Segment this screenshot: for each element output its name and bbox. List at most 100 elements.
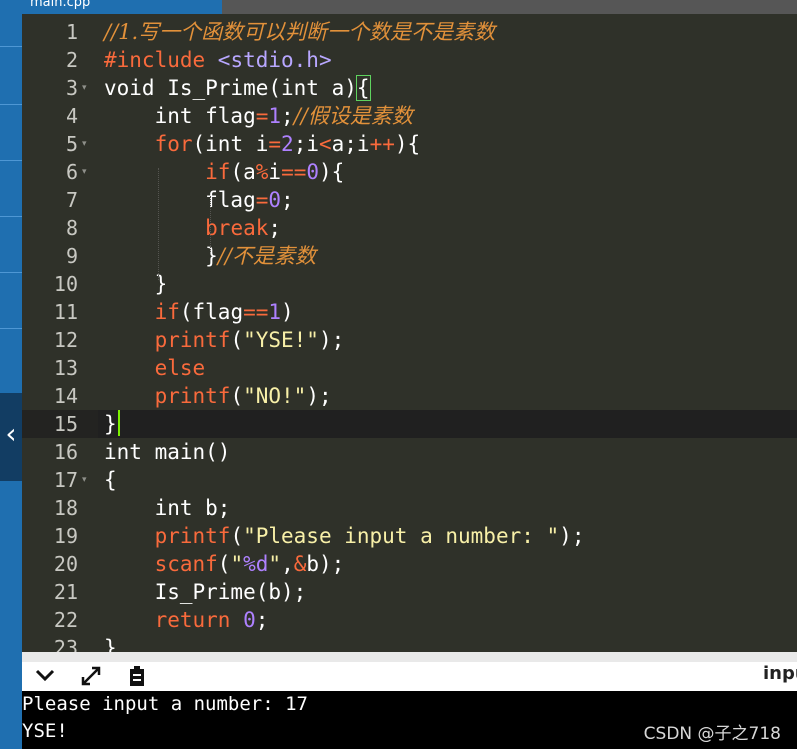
line-number: 17 [53,468,78,492]
code-token: ( [230,328,244,352]
code-line[interactable]: 9 }//不是素数 [22,242,797,270]
code-line[interactable]: 23} [22,634,797,652]
line-number: 2 [65,48,78,72]
console-resize-handle[interactable] [22,652,797,662]
code-token: 0 [306,160,320,184]
code-token: void Is_Prime(int a) [104,76,357,100]
line-number: 23 [53,636,78,652]
code-text: int flag=1;//假设是素数 [104,102,413,130]
code-token: int flag [104,104,256,128]
line-number: 16 [53,440,78,464]
code-line[interactable]: 1 //1.写一个函数可以判断一个数是不是素数 [22,18,797,46]
line-number: 11 [53,300,78,324]
code-line[interactable]: 8 break; [22,214,797,242]
fold-toggle-icon[interactable]: ▾ [82,74,87,102]
code-token: " [268,552,282,576]
indent-guide [158,168,160,280]
fold-toggle-icon[interactable]: ▾ [82,466,87,494]
code-token: break [205,216,269,240]
code-line[interactable]: 15} [22,410,797,438]
code-token: 0 [243,608,256,632]
code-text: int main() [104,438,230,466]
code-text: Is_Prime(b); [104,578,307,606]
code-line[interactable]: 19 printf("Please input a number: "); [22,522,797,550]
tab-label: main.cpp [30,0,91,10]
code-line[interactable]: 3 ▾ void Is_Prime(int a){ [22,74,797,102]
code-line[interactable]: 17 ▾ { [22,466,797,494]
code-line[interactable]: 7 flag=0; [22,186,797,214]
clipboard-icon[interactable] [124,665,150,689]
chevron-left-icon[interactable]: ‹ [0,420,22,448]
code-text: //1.写一个函数可以判断一个数是不是素数 [104,18,495,46]
line-number: 12 [53,328,78,352]
console-toolbar: input [22,662,797,691]
code-token: == [243,300,269,324]
code-line[interactable]: 5 ▾ for(int i=2;i<a;i++){ [22,130,797,158]
code-token: ; [281,104,294,128]
code-line[interactable]: 22 return 0; [22,606,797,634]
console-line: Please input a number: 17 [22,693,308,715]
code-line[interactable]: 14 printf("NO!"); [22,382,797,410]
code-token: = [255,104,269,128]
code-token: ); [559,524,585,548]
expand-arrows-icon[interactable] [78,665,104,689]
code-token: ++ [369,132,395,156]
code-text: printf("NO!"); [104,382,332,410]
code-token: % [255,160,269,184]
code-line[interactable]: 16 int main() [22,438,797,466]
line-number: 1 [65,20,78,44]
chevron-down-icon[interactable] [32,665,58,689]
code-token: (int i [192,132,269,156]
code-token: " [230,552,244,576]
code-line[interactable]: 20 scanf("%d",&b); [22,550,797,578]
code-line[interactable]: 10 } [22,270,797,298]
line-number: 15 [53,412,78,436]
code-token: ;i [293,132,319,156]
line-bg [98,634,797,652]
code-token: int b; [104,496,231,520]
code-token: if [154,300,180,324]
code-line[interactable]: 21 Is_Prime(b); [22,578,797,606]
code-token: & [293,552,307,576]
console-input-label[interactable]: input [763,662,797,691]
code-line[interactable]: 13 else [22,354,797,382]
code-token: ){ [394,132,421,156]
code-line[interactable]: 2 #include <stdio.h> [22,46,797,74]
code-token: = [255,188,269,212]
line-number: 13 [53,356,78,380]
line-number: 18 [53,496,78,520]
tab-main-cpp[interactable]: main.cpp [22,0,222,14]
line-number: 5 [65,132,78,156]
code-token: else [154,356,206,380]
code-token: printf [154,328,231,352]
fold-toggle-icon[interactable]: ▾ [82,130,87,158]
code-line[interactable]: 6 ▾ if(a%i==0){ [22,158,797,186]
sidebar-divider [0,160,22,161]
code-token: { [104,468,117,492]
code-token: "YSE!" [243,328,319,352]
code-token: return [154,608,231,632]
code-editor[interactable]: 1 //1.写一个函数可以判断一个数是不是素数 2 #include <stdio.h… [22,14,797,652]
code-text: } [104,410,117,438]
indent-guide [210,196,212,252]
code-token: printf [154,384,231,408]
code-token: } [104,244,218,268]
code-token: %d [243,552,269,576]
code-text: { [104,466,117,494]
code-line[interactable]: 4 int flag=1;//假设是素数 [22,102,797,130]
code-text: scanf("%d",&b); [104,550,345,578]
fold-toggle-icon[interactable]: ▾ [82,158,87,186]
code-line[interactable]: 12 printf("YSE!"); [22,326,797,354]
console-output[interactable]: Please input a number: 17 YSE! CSDN @子之7… [22,691,797,749]
code-line[interactable]: 11 if(flag==1) [22,298,797,326]
code-token: == [281,160,307,184]
code-text: return 0; [104,606,269,634]
code-line[interactable]: 18 int b; [22,494,797,522]
sidebar-divider [0,328,22,329]
code-text: flag=0; [104,186,294,214]
